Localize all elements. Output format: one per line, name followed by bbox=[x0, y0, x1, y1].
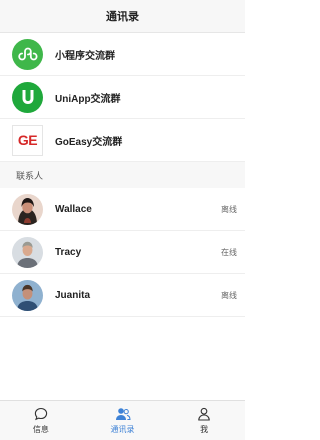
tab-messages[interactable]: 信息 bbox=[0, 401, 82, 440]
contact-item-tracy[interactable]: Tracy 在线 bbox=[0, 231, 245, 274]
contact-name: Juanita bbox=[55, 289, 91, 301]
goeasy-logo: GE bbox=[12, 124, 43, 156]
contact-item-wallace[interactable]: Wallace 离线 bbox=[0, 188, 245, 231]
tab-contacts[interactable]: 通讯录 bbox=[82, 401, 164, 440]
app: 通讯录 小程序交流群 UniApp交流群 GE GoEasy交流群 联系人 Wa… bbox=[0, 0, 245, 440]
contact-name: Tracy bbox=[55, 246, 82, 258]
avatar-wallace bbox=[12, 193, 43, 225]
group-name: 小程序交流群 bbox=[55, 50, 115, 62]
avatar-juanita bbox=[12, 279, 43, 311]
contact-item-juanita[interactable]: Juanita 离线 bbox=[0, 274, 245, 317]
miniprogram-icon bbox=[12, 38, 43, 70]
section-label-contacts: 联系人 bbox=[0, 162, 245, 188]
contact-name: Wallace bbox=[55, 203, 92, 215]
status-badge: 在线 bbox=[221, 247, 237, 257]
contacts-icon bbox=[115, 406, 131, 422]
tab-label: 通讯录 bbox=[110, 425, 135, 434]
tab-bar: 信息 通讯录 我 bbox=[0, 400, 245, 440]
group-item-miniprogram[interactable]: 小程序交流群 bbox=[0, 33, 245, 76]
status-badge: 离线 bbox=[221, 290, 237, 300]
chat-bubble-icon bbox=[33, 406, 49, 422]
avatar-tracy bbox=[12, 236, 43, 268]
uniapp-icon bbox=[12, 81, 43, 113]
page-title: 通讯录 bbox=[106, 11, 139, 23]
person-icon bbox=[196, 406, 212, 422]
header: 通讯录 bbox=[0, 0, 245, 33]
group-item-goeasy[interactable]: GE GoEasy交流群 bbox=[0, 119, 245, 162]
goeasy-logo-text: GE bbox=[17, 132, 38, 148]
tab-me[interactable]: 我 bbox=[163, 401, 245, 440]
tab-label: 信息 bbox=[32, 425, 49, 434]
group-name: UniApp交流群 bbox=[55, 93, 121, 105]
tab-label: 我 bbox=[200, 425, 209, 434]
group-item-uniapp[interactable]: UniApp交流群 bbox=[0, 76, 245, 119]
group-name: GoEasy交流群 bbox=[55, 136, 123, 148]
status-badge: 离线 bbox=[221, 204, 237, 214]
